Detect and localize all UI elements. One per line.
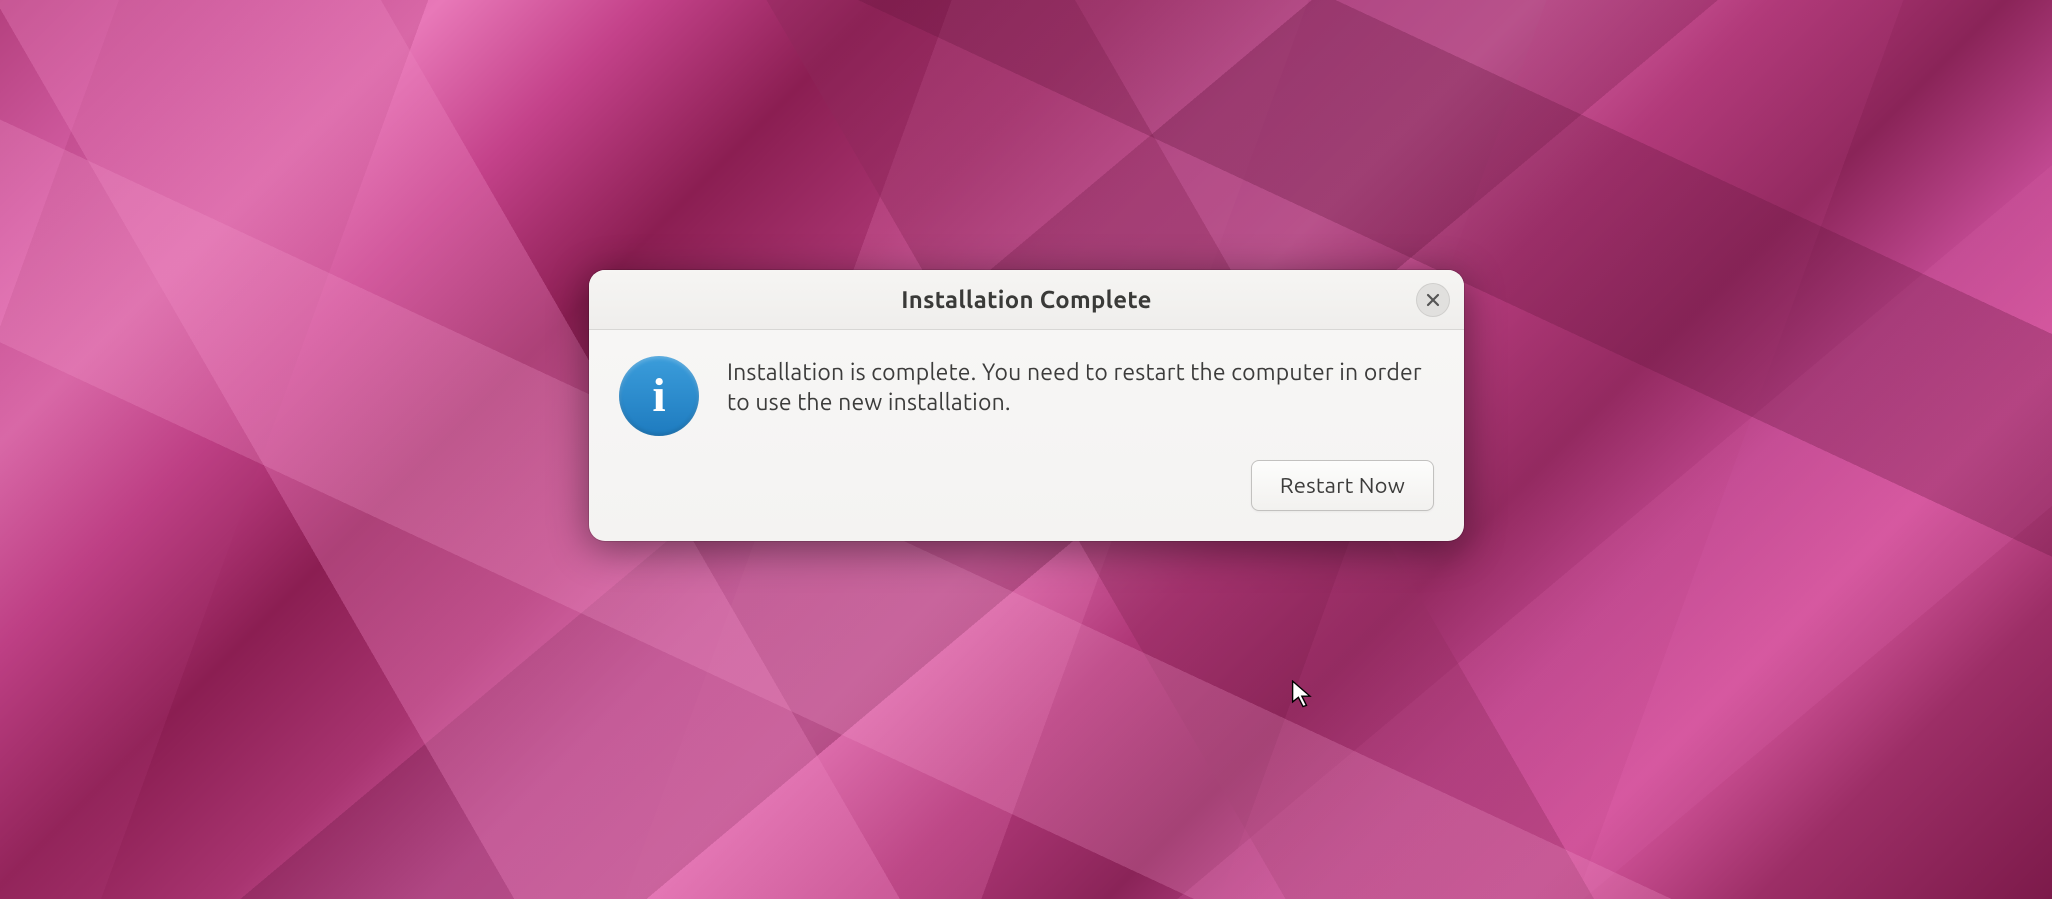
info-glyph: i xyxy=(652,372,665,420)
dialog-body: i Installation is complete. You need to … xyxy=(589,330,1464,452)
restart-now-button[interactable]: Restart Now xyxy=(1251,460,1434,511)
dialog-message: Installation is complete. You need to re… xyxy=(727,356,1434,418)
info-icon: i xyxy=(619,356,699,436)
close-icon xyxy=(1425,292,1441,308)
close-button[interactable] xyxy=(1416,283,1450,317)
dialog-titlebar[interactable]: Installation Complete xyxy=(589,270,1464,330)
dialog-actions: Restart Now xyxy=(589,452,1464,541)
installation-complete-dialog: Installation Complete i Installation is … xyxy=(589,270,1464,541)
dialog-title: Installation Complete xyxy=(901,286,1151,313)
